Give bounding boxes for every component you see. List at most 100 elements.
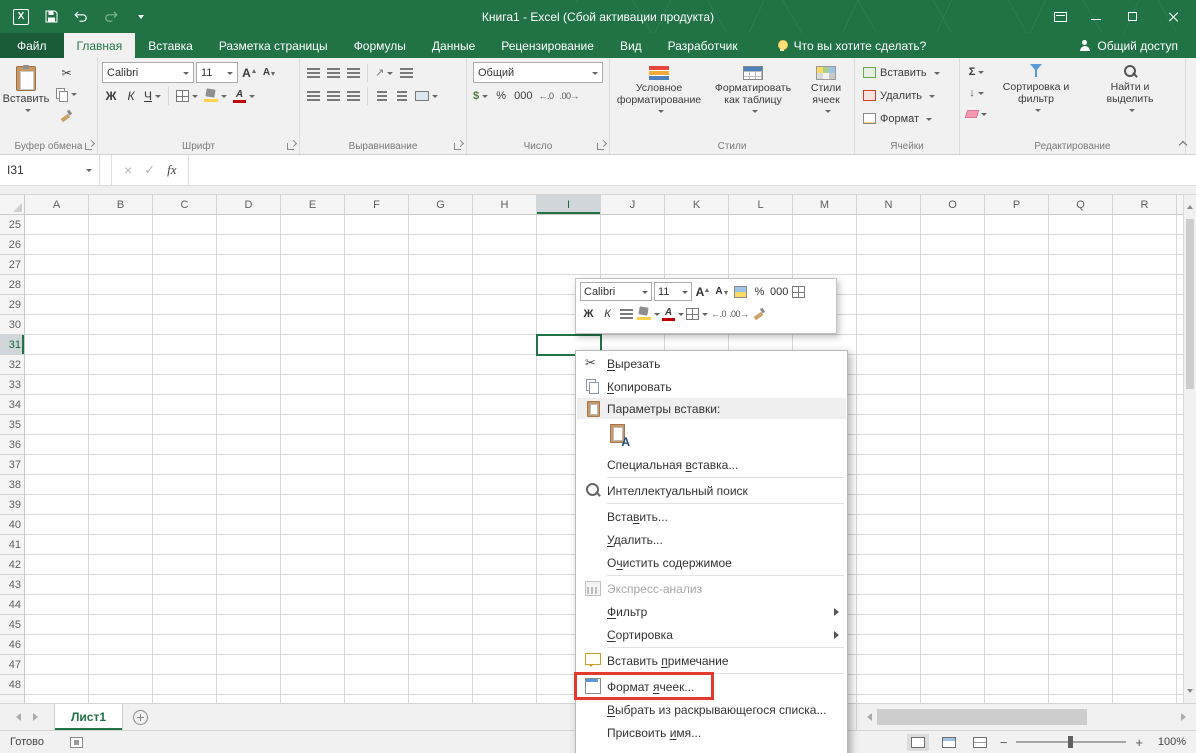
maximize-button[interactable] [1114,0,1150,33]
sheet-tab[interactable]: Лист1 [54,704,124,730]
format-painter-button[interactable] [54,105,79,125]
row-header-43[interactable]: 43 [0,575,24,595]
row-header-48[interactable]: 48 [0,675,24,695]
menu-item-Интеллектуальный поиск[interactable]: Интеллектуальный поиск [577,479,846,502]
font-name-select[interactable]: Calibri [102,62,194,83]
column-header-R[interactable]: R [1113,195,1177,214]
save-button[interactable] [39,5,63,29]
paste-options-row[interactable]: A [577,419,846,453]
find-select-button[interactable]: Найти и выделить [1083,61,1177,113]
bold-button[interactable]: Ж [102,86,120,106]
column-header-O[interactable]: O [921,195,985,214]
column-header-L[interactable]: L [729,195,793,214]
autosum-button[interactable]: Σ [964,62,989,82]
column-header-A[interactable]: A [25,195,89,214]
row-header-40[interactable]: 40 [0,515,24,535]
column-header-C[interactable]: C [153,195,217,214]
undo-button[interactable] [69,5,93,29]
paste-keep-formatting-button[interactable]: A [608,423,630,449]
font-size-select[interactable]: 11 [196,62,238,83]
zoom-out-button[interactable]: − [1000,735,1008,750]
sort-filter-button[interactable]: Сортировка и фильтр [989,61,1083,113]
cut-button[interactable]: ✂ [54,63,79,83]
align-bottom-button[interactable] [344,63,362,83]
mini-decrease-font-button[interactable]: А [713,282,730,301]
enter-entry-icon[interactable]: ✓ [144,162,155,178]
ribbon-tab-Данные[interactable]: Данные [419,33,488,58]
mini-percent-button[interactable]: % [751,282,768,301]
wrap-text-button[interactable] [397,63,415,83]
ribbon-tab-Главная[interactable]: Главная [63,33,136,58]
mini-font-size-select[interactable]: 11 [654,282,692,301]
ribbon-tab-Формулы[interactable]: Формулы [341,33,419,58]
increase-indent-button[interactable] [393,86,411,106]
zoom-slider[interactable] [1016,736,1127,748]
format-cells-button[interactable]: Формат [855,107,959,130]
align-middle-button[interactable] [324,63,342,83]
tell-me-box[interactable]: Что вы хотите сделать? [777,33,926,58]
macro-record-icon[interactable] [69,736,83,748]
redo-button[interactable] [99,5,123,29]
mini-borders-button[interactable] [686,304,708,323]
italic-button[interactable]: К [122,86,140,106]
ribbon-tab-Вид[interactable]: Вид [607,33,655,58]
conditional-formatting-button[interactable]: Условное форматирование [612,63,706,114]
row-header-27[interactable]: 27 [0,255,24,275]
row-header-31[interactable]: 31 [0,335,24,355]
name-box-splitter[interactable] [100,155,112,185]
menu-item-Выбрать из раскрывающегося списка...[interactable]: Выбрать из раскрывающегося списка... [577,698,846,721]
align-center-button[interactable] [324,86,342,106]
align-top-button[interactable] [304,63,322,83]
close-button[interactable] [1150,0,1196,33]
cell-styles-button[interactable]: Стили ячеек [800,63,852,114]
vertical-scroll-thumb[interactable] [1186,219,1194,389]
mini-comma-button[interactable]: 000 [770,282,788,301]
cancel-entry-icon[interactable]: × [124,162,132,178]
row-header-44[interactable]: 44 [0,595,24,615]
customize-qat-button[interactable] [129,5,153,29]
mini-italic-button[interactable]: К [599,304,616,323]
merge-center-button[interactable] [413,86,440,106]
scroll-down-icon[interactable] [1187,689,1193,696]
page-layout-view-button[interactable] [938,734,960,751]
page-break-view-button[interactable] [969,734,991,751]
row-header-46[interactable]: 46 [0,635,24,655]
horizontal-scroll-thumb[interactable] [877,709,1087,725]
zoom-slider-thumb[interactable] [1068,736,1074,748]
row-header-47[interactable]: 47 [0,655,24,675]
scroll-right-icon[interactable] [1181,713,1190,721]
mini-painter-button[interactable] [751,304,768,323]
mini-increase-font-button[interactable]: А [694,282,711,301]
decrease-indent-button[interactable] [373,86,391,106]
column-header-G[interactable]: G [409,195,473,214]
column-header-J[interactable]: J [601,195,665,214]
row-header-29[interactable]: 29 [0,295,24,315]
horizontal-scrollbar[interactable] [856,704,1196,730]
row-header-37[interactable]: 37 [0,455,24,475]
menu-item-Очистить содержимое[interactable]: Очистить содержимое [577,551,846,574]
select-all-corner[interactable] [0,195,25,215]
row-header-34[interactable]: 34 [0,395,24,415]
menu-item-Формат ячеек...[interactable]: Формат ячеек... [574,672,846,700]
fill-button[interactable]: ↓ [964,83,989,103]
add-sheet-button[interactable] [123,704,157,730]
menu-item-Копировать[interactable]: Копировать [577,375,846,398]
underline-button[interactable]: Ч [142,86,163,106]
column-header-E[interactable]: E [281,195,345,214]
font-color-button[interactable] [231,86,257,106]
row-header-38[interactable]: 38 [0,475,24,495]
column-header-F[interactable]: F [345,195,409,214]
menu-item-Специальная вставка...[interactable]: Специальная вставка... [577,453,846,476]
fill-color-button[interactable] [202,86,229,106]
insert-function-button[interactable]: fx [167,162,176,178]
ribbon-tab-Рецензирование[interactable]: Рецензирование [488,33,607,58]
scroll-up-icon[interactable] [1187,202,1193,209]
number-format-select[interactable]: Общий [473,62,603,83]
prev-sheet-icon[interactable] [12,713,21,721]
menu-item-Фильтр[interactable]: Фильтр [577,600,846,623]
clipboard-dialog-launcher[interactable] [85,141,94,150]
menu-item-Присвоить имя...[interactable]: Присвоить имя... [577,721,846,744]
column-header-N[interactable]: N [857,195,921,214]
row-header-26[interactable]: 26 [0,235,24,255]
comma-style-button[interactable]: 000 [512,86,534,106]
